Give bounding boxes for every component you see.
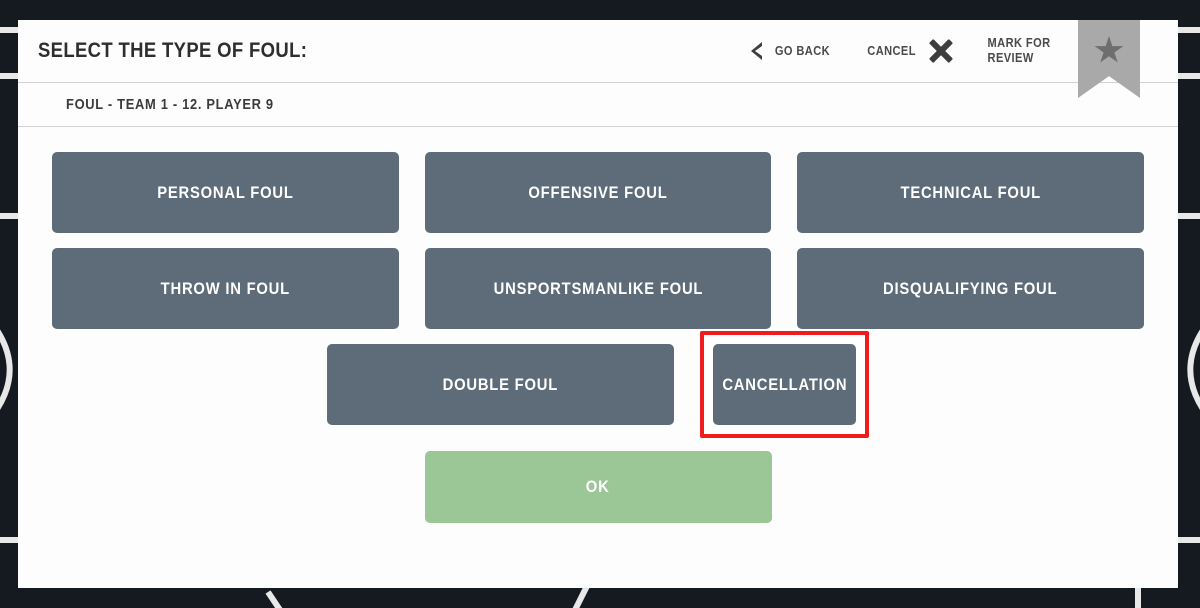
foul-option-label: THROW IN FOUL [160, 278, 290, 298]
go-back-label: GO BACK [774, 42, 830, 58]
dialog-subheader: FOUL - TEAM 1 - 12. PLAYER 9 [18, 83, 1178, 127]
foul-option-label: PERSONAL FOUL [157, 182, 294, 202]
foul-option-technical-foul[interactable]: TECHNICAL FOUL [797, 152, 1145, 233]
chevron-left-icon [750, 42, 762, 60]
foul-option-throw-in-foul[interactable]: THROW IN FOUL [52, 248, 399, 329]
cancel-label: CANCEL [867, 42, 916, 58]
foul-option-personal-foul[interactable]: PERSONAL FOUL [52, 152, 399, 233]
mark-for-review-label: MARK FOR REVIEW [987, 35, 1051, 66]
foul-options-row-3: DOUBLE FOUL CANCELLATION [52, 331, 1144, 438]
foul-option-label: TECHNICAL FOUL [900, 182, 1041, 202]
close-x-icon [928, 38, 954, 64]
go-back-button[interactable]: GO BACK [737, 20, 849, 82]
foul-type-dialog: SELECT THE TYPE OF FOUL: GO BACK CANCEL … [18, 20, 1178, 588]
foul-option-label: OFFENSIVE FOUL [528, 182, 668, 202]
foul-option-disqualifying-foul[interactable]: DISQUALIFYING FOUL [797, 248, 1145, 329]
ok-button[interactable]: OK [424, 451, 772, 523]
confirm-row: OK [52, 451, 1144, 523]
foul-option-offensive-foul[interactable]: OFFENSIVE FOUL [424, 152, 772, 233]
app-root: SELECT THE TYPE OF FOUL: GO BACK CANCEL … [0, 0, 1200, 608]
foul-option-cancellation[interactable]: CANCELLATION [712, 344, 857, 425]
highlight-annotation: CANCELLATION [699, 331, 870, 438]
foul-options-row-1: PERSONAL FOUL OFFENSIVE FOUL TECHNICAL F… [52, 152, 1145, 233]
star-shape [1094, 36, 1124, 63]
dialog-header: SELECT THE TYPE OF FOUL: GO BACK CANCEL … [18, 20, 1178, 98]
foul-options-row-2: THROW IN FOUL UNSPORTSMANLIKE FOUL DISQU… [52, 248, 1145, 329]
ok-button-label: OK [586, 477, 610, 496]
breadcrumb: FOUL - TEAM 1 - 12. PLAYER 9 [66, 96, 274, 113]
dialog-body: PERSONAL FOUL OFFENSIVE FOUL TECHNICAL F… [18, 127, 1178, 523]
foul-option-double-foul[interactable]: DOUBLE FOUL [326, 344, 674, 425]
foul-option-label: CANCELLATION [722, 374, 847, 394]
foul-option-label: UNSPORTSMANLIKE FOUL [493, 278, 703, 298]
mark-for-review-line1: MARK FOR [987, 35, 1051, 51]
page-title: SELECT THE TYPE OF FOUL: [38, 39, 308, 62]
mark-for-review-line2: REVIEW [987, 50, 1034, 65]
foul-option-unsportsmanlike-foul[interactable]: UNSPORTSMANLIKE FOUL [424, 248, 772, 329]
foul-option-label: DOUBLE FOUL [442, 374, 558, 394]
foul-option-label: DISQUALIFYING FOUL [883, 278, 1058, 298]
mark-for-review-button[interactable]: MARK FOR REVIEW [968, 20, 1070, 82]
cancel-button[interactable]: CANCEL [849, 20, 968, 82]
